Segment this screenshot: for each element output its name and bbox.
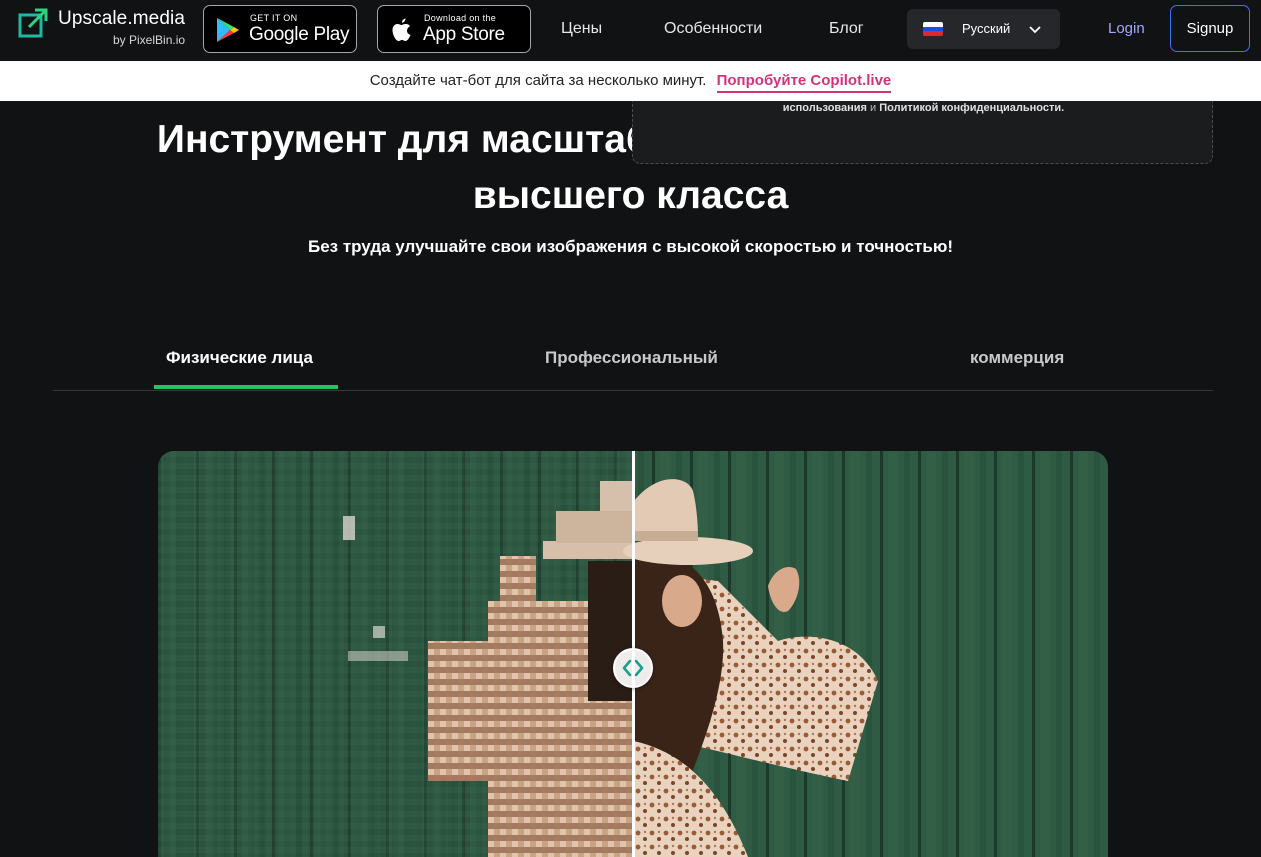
terms-dropdown-panel: использования и Политикой конфиденциальн…: [632, 101, 1213, 164]
signup-button[interactable]: Signup: [1170, 5, 1250, 52]
page-title-line2: высшего класса: [472, 174, 789, 217]
terms-link[interactable]: использования: [783, 102, 867, 114]
promo-link[interactable]: Попробуйте Copilot.live: [716, 72, 892, 93]
nav-link-pricing[interactable]: Цены: [561, 20, 602, 38]
tab-professional[interactable]: Профессиональный: [545, 348, 718, 368]
app-store-small-label: Download on the: [424, 13, 497, 23]
page-subtitle: Без труда улучшайте свои изображения с в…: [307, 237, 954, 256]
logo-subtitle: by PixelBin.io: [113, 33, 186, 47]
privacy-link[interactable]: Политикой конфиденциальности.: [879, 102, 1064, 114]
promo-text: Создайте чат-бот для сайта за несколько …: [369, 72, 707, 89]
google-play-icon: [217, 18, 239, 42]
language-label: Русский: [962, 21, 1011, 36]
comparison-slider-handle[interactable]: [613, 648, 653, 688]
terms-joiner: и: [870, 102, 877, 114]
chevron-down-icon: [1029, 26, 1041, 34]
upscale-logo-icon: [18, 8, 48, 38]
tab-individuals[interactable]: Физические лица: [166, 348, 313, 368]
top-navbar: Upscale.media by PixelBin.io GET IT ON G…: [0, 0, 1261, 61]
terms-text: использования и Политикой конфиденциальн…: [633, 102, 1214, 114]
compare-arrows-icon: [622, 659, 644, 677]
promo-banner: Создайте чат-бот для сайта за несколько …: [0, 61, 1261, 101]
google-play-small-label: GET IT ON: [250, 13, 298, 23]
category-tabs: Физические лица Профессиональный коммерц…: [53, 338, 1213, 391]
logo-text: Upscale.media: [58, 8, 185, 29]
app-store-button[interactable]: Download on the App Store: [377, 5, 531, 53]
language-selector[interactable]: Русский: [907, 9, 1060, 49]
apple-icon: [392, 18, 411, 41]
nav-link-features[interactable]: Особенности: [664, 20, 762, 38]
upscale-logo[interactable]: Upscale.media by PixelBin.io: [18, 6, 198, 50]
nav-link-blog[interactable]: Блог: [829, 20, 864, 38]
login-link[interactable]: Login: [1108, 20, 1145, 37]
tab-commerce[interactable]: коммерция: [970, 348, 1064, 368]
app-store-label: App Store: [423, 24, 505, 45]
google-play-label: Google Play: [249, 24, 350, 45]
active-tab-indicator: [154, 385, 338, 389]
google-play-button[interactable]: GET IT ON Google Play: [203, 5, 357, 53]
russia-flag-icon: [923, 22, 943, 36]
before-after-comparison[interactable]: [158, 451, 1108, 857]
